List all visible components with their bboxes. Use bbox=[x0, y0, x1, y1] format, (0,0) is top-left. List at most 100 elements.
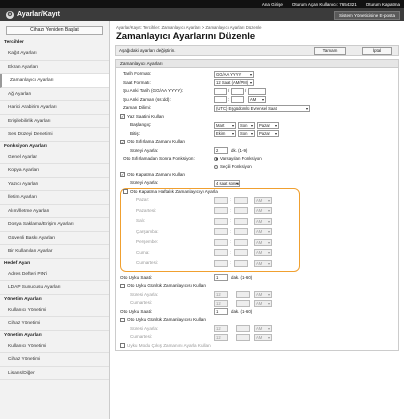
weekly-day-row: Pazartesi:: AM ▾ bbox=[136, 207, 272, 214]
sleep-exit-label: Uyku Modu Çıkış Zamanını Ayarla Kullan bbox=[127, 342, 211, 348]
month-input[interactable] bbox=[231, 87, 244, 95]
sidebar-item[interactable]: Harici Arabirim Ayarları bbox=[0, 101, 109, 115]
weekly-minute-input[interactable] bbox=[234, 259, 248, 267]
sidebar-item[interactable]: İletim Ayarları bbox=[0, 191, 109, 205]
weekly-minute-input[interactable] bbox=[234, 207, 248, 214]
sidebar-item[interactable]: Adres Defteri PIN'i bbox=[0, 268, 109, 281]
sidebar-item[interactable]: Alım/İletme Ayarları bbox=[0, 205, 109, 218]
weekly-hour-input[interactable] bbox=[214, 238, 228, 246]
sidebar-item[interactable]: Güvenli Baskı Ayarları bbox=[0, 232, 109, 245]
sidebar-item[interactable]: Cihaz Yönetimi bbox=[0, 317, 109, 331]
weekly-minute-input[interactable] bbox=[234, 238, 248, 246]
sleep-exit-checkbox[interactable] bbox=[120, 343, 125, 348]
dst-checkbox[interactable]: ✓ bbox=[120, 114, 125, 119]
weekly-hour-input[interactable] bbox=[214, 249, 228, 256]
daily-ampm-select[interactable]: AM ▾ bbox=[254, 291, 272, 298]
timezone-select[interactable]: (UTC) Eşgüdümlü Evrensel Saat ▾ bbox=[214, 104, 310, 112]
weekly-hour-input[interactable] bbox=[214, 196, 228, 204]
daily2-sat-hour-input[interactable]: 12 bbox=[214, 333, 228, 341]
sidebar-item[interactable]: Zamanlayıcı Ayarları bbox=[0, 74, 109, 88]
dst-label: Yaz Saatini Kullan bbox=[127, 113, 164, 119]
weekly-timer-checkbox[interactable] bbox=[123, 189, 128, 194]
ok-button[interactable]: Tamam bbox=[314, 47, 346, 55]
daily2-hour-input[interactable]: 12 bbox=[214, 325, 228, 332]
sidebar-item[interactable]: Genel Ayarlar bbox=[0, 151, 109, 164]
daily-minute-input[interactable] bbox=[236, 291, 250, 298]
sidebar-item[interactable]: Dosya Saklama/Erişim Ayarları bbox=[0, 218, 109, 232]
weekly-minute-input[interactable] bbox=[234, 228, 248, 235]
weekly-hour-input[interactable] bbox=[214, 207, 228, 214]
weekly-minute-input[interactable] bbox=[234, 196, 248, 204]
logged-user-label: Oturum Açan Kullanıcı: 7654321 bbox=[291, 1, 357, 7]
ampm-select[interactable]: AM ▾ bbox=[248, 96, 266, 103]
sleep-time-2-input[interactable]: 1 bbox=[214, 308, 228, 315]
daily-sleep-2-label: Oto Uyku Günlük Zamanlayıcısı Kullan bbox=[127, 317, 206, 322]
daily-sat-minute-input[interactable] bbox=[236, 299, 250, 307]
weekly-day-row: Çarşamba:: AM ▾ bbox=[136, 228, 272, 235]
daily2-sat-minute-input[interactable] bbox=[236, 333, 250, 341]
weekly-hour-input[interactable] bbox=[214, 217, 228, 225]
sidebar-item[interactable]: Cihaz Yönetimi bbox=[0, 353, 109, 367]
weekly-ampm-select[interactable]: AM ▾ bbox=[254, 207, 272, 214]
time-format-select[interactable]: 12 Saat (AM/PM) ▾ bbox=[214, 79, 254, 86]
sidebar-item[interactable]: Kullanıcı Yönetimi bbox=[0, 340, 109, 353]
daily2-ampm-select[interactable]: AM ▾ bbox=[254, 325, 272, 332]
daily-sat-ampm-select[interactable]: AM ▾ bbox=[254, 299, 272, 307]
sidebar-item[interactable]: Lisans/Diğer bbox=[0, 367, 109, 380]
off-time-select[interactable]: 4 saat sonra ▾ bbox=[214, 179, 240, 187]
sidebar-item[interactable]: Kağıt Ayarları bbox=[0, 47, 109, 61]
logout-link[interactable]: Oturum Kapatma bbox=[366, 2, 400, 7]
dst-start-week[interactable]: Son ▾ bbox=[238, 121, 255, 129]
reset-time-input[interactable]: 2 bbox=[214, 147, 228, 154]
daily2-sat-ampm-select[interactable]: AM ▾ bbox=[254, 333, 272, 341]
weekly-ampm-select[interactable]: AM ▾ bbox=[254, 249, 272, 256]
daily-hour-input[interactable]: 12 bbox=[214, 291, 228, 298]
sidebar-item[interactable]: Kopya Ayarları bbox=[0, 164, 109, 178]
weekly-minute-input[interactable] bbox=[234, 249, 248, 256]
off-time-label: Süreyi Ayarla: bbox=[130, 180, 159, 185]
daily-sleep-2-checkbox[interactable] bbox=[120, 317, 125, 322]
selected-function-radio[interactable] bbox=[214, 164, 218, 169]
weekly-ampm-select[interactable]: AM ▾ bbox=[254, 228, 272, 235]
weekly-hour-input[interactable] bbox=[214, 259, 228, 267]
weekly-hour-input[interactable] bbox=[214, 228, 228, 235]
top-bar: Ana Girişe Oturum Açan Kullanıcı: 765432… bbox=[0, 0, 404, 8]
dst-start-month[interactable]: Mart ▾ bbox=[214, 121, 236, 129]
weekly-ampm-select[interactable]: AM ▾ bbox=[254, 238, 272, 246]
date-format-select[interactable]: GG/AA YYYY ▾ bbox=[214, 70, 254, 78]
hour-input[interactable] bbox=[214, 96, 227, 103]
daily-sat-hour-input[interactable]: 12 bbox=[214, 299, 228, 307]
weekly-ampm-select[interactable]: AM ▾ bbox=[254, 217, 272, 225]
sidebar-item[interactable]: Kullanıcı Yönetimi bbox=[0, 304, 109, 317]
after-reset-label: Oto Sıfırlamadan Sonra Fonksiyon: bbox=[123, 156, 195, 161]
weekly-minute-input[interactable] bbox=[234, 217, 248, 225]
sidebar-item[interactable]: LDAP Sunucusu Ayarları bbox=[0, 281, 109, 295]
sidebar-item[interactable]: Yazıcı Ayarları bbox=[0, 178, 109, 191]
sidebar-item[interactable]: Ekran Ayarları bbox=[0, 61, 109, 74]
email-admin-button[interactable]: Sistem Yöneticisine E-posta bbox=[334, 11, 400, 20]
cancel-button[interactable]: İptal bbox=[362, 47, 392, 55]
panel-title: Zamanlayıcı Ayarları bbox=[116, 60, 398, 68]
sidebar-item[interactable]: Erişilebilirlik Ayarları bbox=[0, 115, 109, 128]
sidebar-item[interactable]: Ses Düzeyi Denetimi bbox=[0, 128, 109, 142]
home-link[interactable]: Ana Girişe bbox=[262, 2, 283, 7]
weekly-ampm-select[interactable]: AM ▾ bbox=[254, 259, 272, 267]
dst-end-month[interactable]: Ekim ▾ bbox=[214, 130, 236, 137]
dst-end-week[interactable]: Son ▾ bbox=[238, 130, 255, 137]
daily2-minute-input[interactable] bbox=[236, 325, 250, 332]
default-function-radio[interactable] bbox=[214, 156, 218, 161]
dst-end-day[interactable]: Pazar ▾ bbox=[257, 130, 279, 137]
weekly-ampm-select[interactable]: AM ▾ bbox=[254, 196, 272, 204]
dst-start-day[interactable]: Pazar ▾ bbox=[257, 121, 279, 129]
auto-off-checkbox[interactable]: ✓ bbox=[120, 172, 125, 177]
year-input[interactable] bbox=[248, 87, 266, 95]
day-input[interactable] bbox=[214, 87, 227, 95]
minute-input[interactable] bbox=[231, 96, 244, 103]
restart-device-button[interactable]: Cihazı Yeniden Başlat bbox=[6, 26, 103, 35]
daily-sleep-checkbox[interactable] bbox=[120, 283, 125, 288]
auto-reset-checkbox[interactable]: ✓ bbox=[120, 139, 125, 144]
reset-time-label: Süreyi Ayarla: bbox=[130, 147, 159, 153]
sleep-time-input[interactable]: 1 bbox=[214, 274, 228, 281]
sidebar-item[interactable]: Bir Kullanılan Ayarlar bbox=[0, 245, 109, 259]
sidebar-item[interactable]: Ağ Ayarları bbox=[0, 88, 109, 101]
